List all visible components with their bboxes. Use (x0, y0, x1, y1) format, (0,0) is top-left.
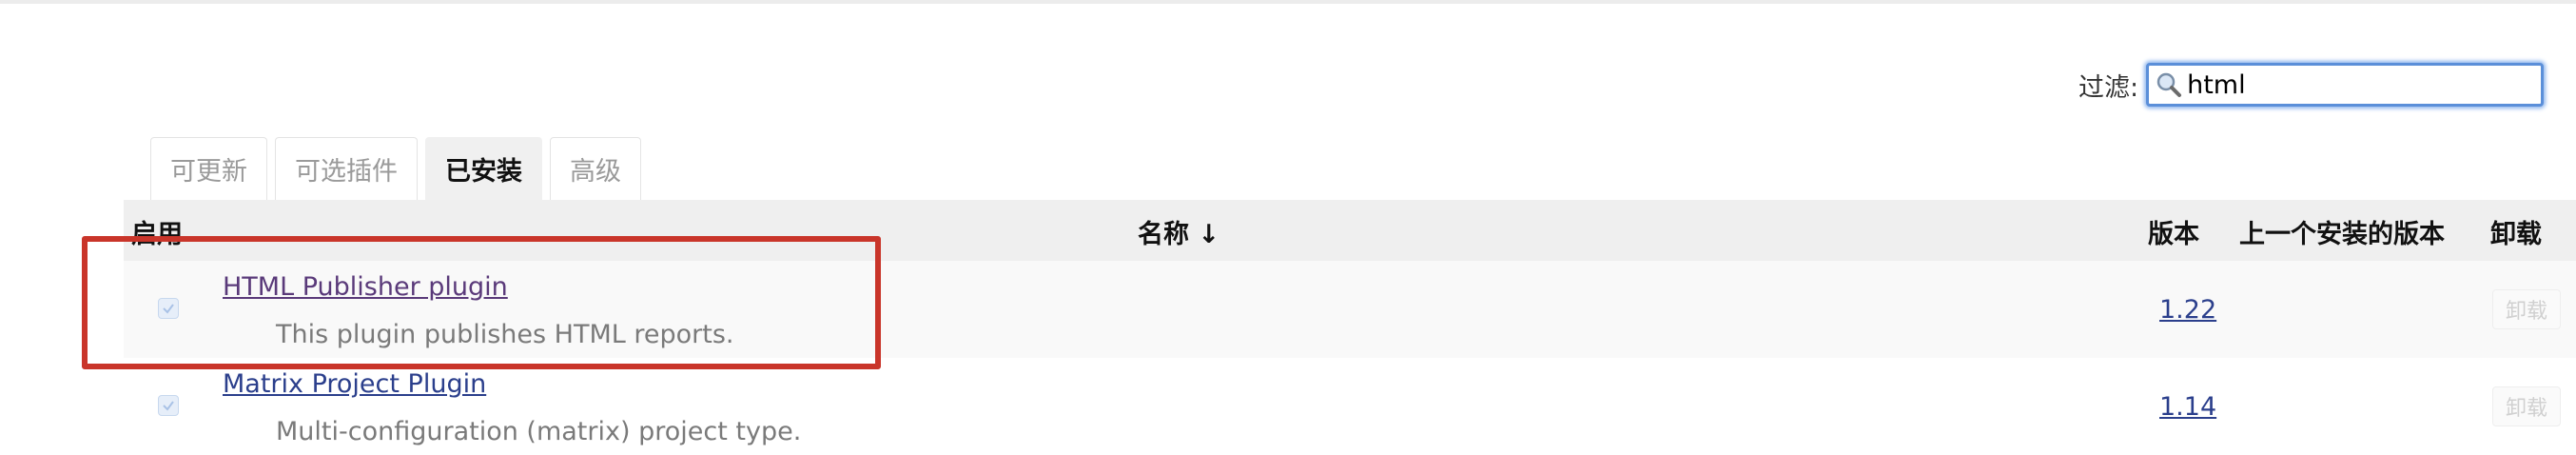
plugin-description: Multi-configuration (matrix) project typ… (276, 417, 802, 446)
tab-bar: 可更新 可选插件 已安装 高级 (150, 137, 649, 200)
enabled-checkbox[interactable] (158, 395, 179, 416)
filter-box[interactable] (2146, 63, 2545, 107)
version-link[interactable]: 1.22 (2159, 295, 2216, 325)
uninstall-button[interactable]: 卸载 (2492, 289, 2561, 329)
table-header: 启用 名称 ↓ 版本 上一个安装的版本 卸载 (124, 200, 2576, 261)
search-icon (2155, 70, 2183, 99)
plugins-table: 启用 名称 ↓ 版本 上一个安装的版本 卸载 HTML Publisher pl… (124, 200, 2576, 455)
plugin-name-link[interactable]: HTML Publisher plugin (223, 272, 508, 302)
top-divider (0, 0, 2576, 4)
filter-label: 过滤: (2078, 72, 2139, 103)
header-version[interactable]: 版本 (2148, 213, 2199, 250)
table-row: Matrix Project Plugin Multi-configuratio… (124, 358, 2576, 455)
version-link[interactable]: 1.14 (2159, 392, 2216, 422)
enabled-checkbox[interactable] (158, 298, 179, 319)
header-uninstall[interactable]: 卸载 (2490, 213, 2542, 250)
uninstall-button[interactable]: 卸载 (2492, 386, 2561, 426)
header-previous-version[interactable]: 上一个安装的版本 (2239, 213, 2445, 250)
table-row: HTML Publisher plugin This plugin publis… (124, 261, 2576, 358)
header-name[interactable]: 名称 ↓ (1138, 213, 1220, 250)
header-enabled[interactable]: 启用 (131, 213, 183, 250)
plugin-name-link[interactable]: Matrix Project Plugin (223, 369, 486, 399)
tab-advanced[interactable]: 高级 (550, 137, 641, 200)
filter-input[interactable] (2183, 69, 2530, 100)
filter-bar: 过滤: (2078, 57, 2545, 112)
tab-installed[interactable]: 已安装 (425, 137, 542, 200)
plugin-description: This plugin publishes HTML reports. (276, 320, 734, 349)
tab-updates[interactable]: 可更新 (150, 137, 267, 200)
tab-available[interactable]: 可选插件 (275, 137, 418, 200)
